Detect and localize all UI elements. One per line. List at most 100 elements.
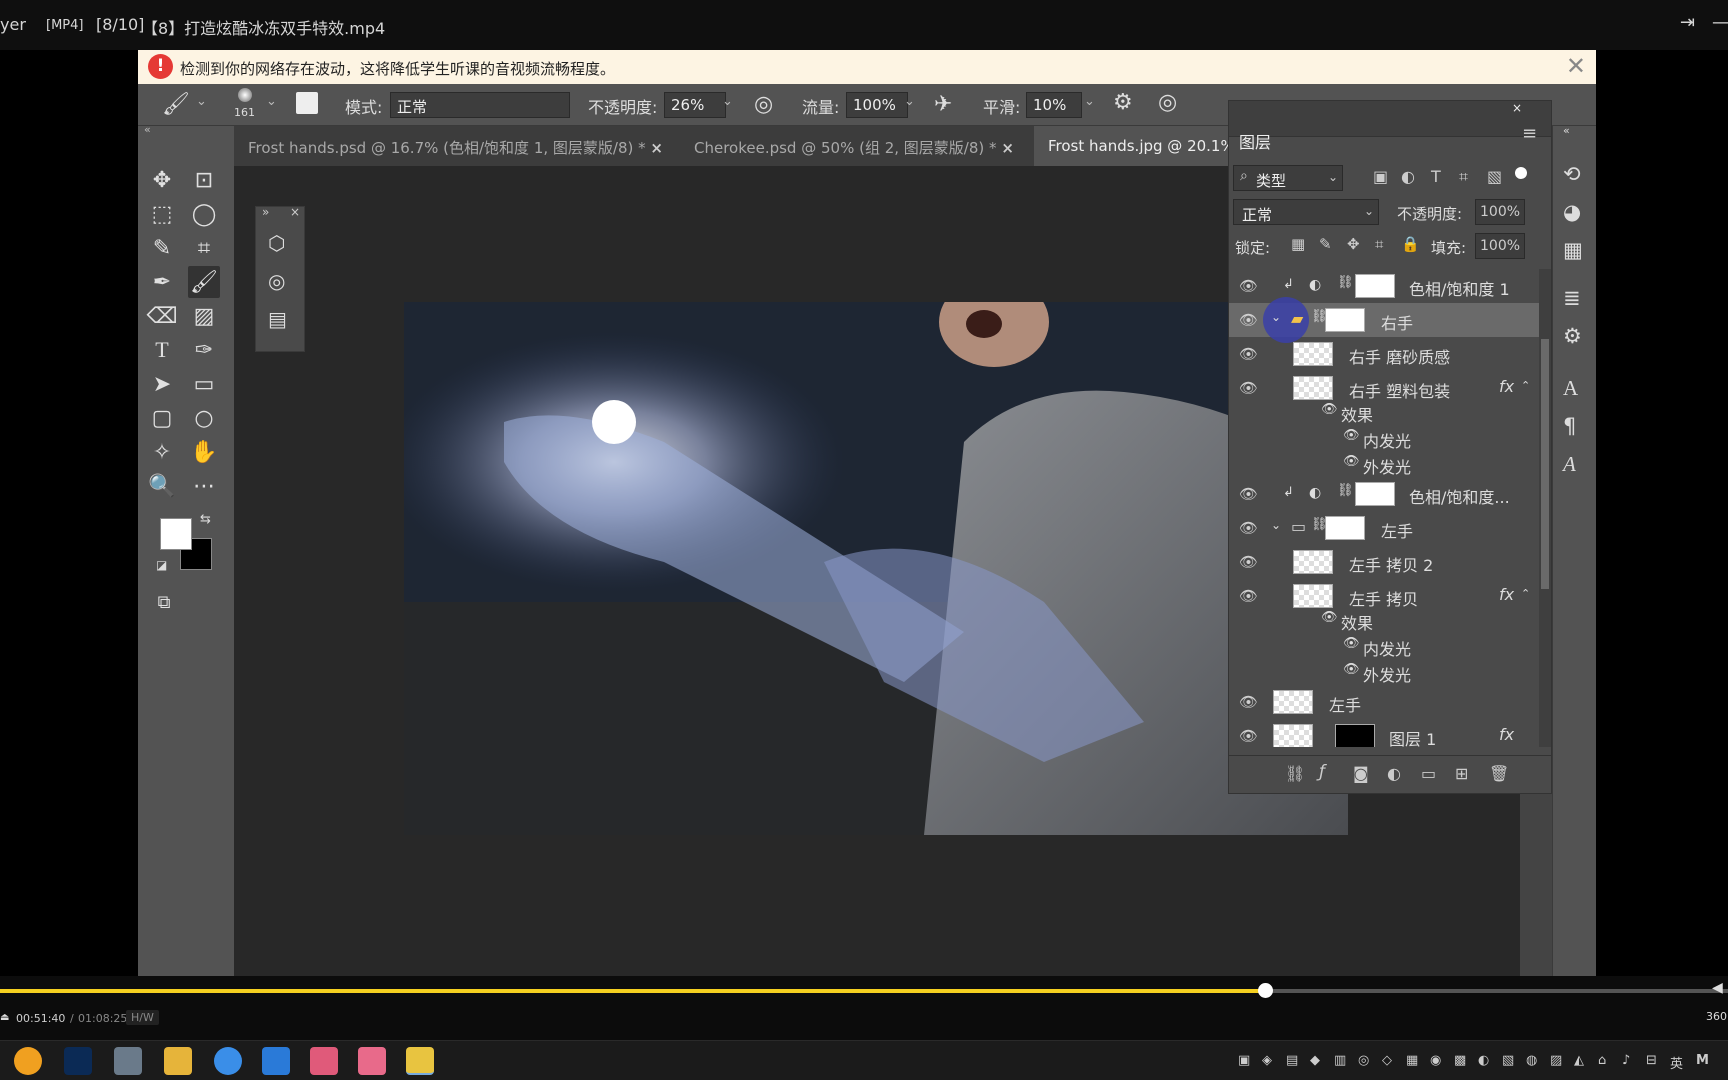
tray-icon[interactable]: ◈ [1262, 1053, 1272, 1068]
marquee-tool-icon[interactable]: ⬚ [146, 198, 178, 230]
visibility-eye-icon[interactable]: 👁 [1343, 428, 1360, 443]
progress-knob[interactable] [1257, 983, 1273, 998]
app-icon-lulu[interactable] [310, 1047, 338, 1075]
lock-pixels-icon[interactable]: ✎ [1319, 235, 1332, 253]
move-tool-icon[interactable]: ✥ [146, 164, 178, 196]
tray-icon[interactable]: ◉ [1430, 1053, 1441, 1068]
rounded-rect-icon[interactable]: ▢ [146, 402, 178, 434]
fx-badge[interactable]: fx [1499, 725, 1514, 744]
tray-icon[interactable]: ◐ [1478, 1053, 1489, 1068]
brush-settings-icon[interactable] [296, 92, 318, 114]
channels-icon[interactable]: ◎ [268, 269, 285, 293]
layer-row-selected[interactable]: 👁 ⌄ ▰ ⛓ 右手 [1229, 297, 1539, 343]
layer-thumb[interactable] [1293, 584, 1333, 608]
zoom-tool-icon[interactable]: 🔍 [146, 470, 178, 502]
hw-badge[interactable]: H/W [126, 1010, 159, 1025]
crop-tool-icon[interactable]: ⌗ [188, 232, 220, 264]
canvas-image[interactable] [404, 302, 1348, 835]
history-icon[interactable]: ⟲ [1563, 162, 1581, 186]
filter-toggle-icon[interactable] [1515, 167, 1527, 179]
visibility-eye-icon[interactable]: 👁 [1239, 379, 1258, 397]
panel-menu-icon[interactable]: ≡ [1522, 123, 1537, 144]
tray-icon[interactable]: ▥ [1334, 1053, 1346, 1068]
app-icon-folder[interactable] [164, 1047, 192, 1075]
layer-row[interactable]: 👁 左手 拷贝 2 [1229, 545, 1539, 579]
add-mask-icon[interactable]: ◙ [1353, 764, 1369, 783]
flow-input[interactable]: 100% [846, 92, 908, 118]
type-filter-icon[interactable]: T [1431, 167, 1441, 186]
network-icon[interactable]: ⊟ [1646, 1053, 1657, 1068]
layer-row[interactable]: 👁 ⌄ ▭ ⛓ 左手 [1229, 511, 1539, 545]
app-icon-browser[interactable] [214, 1047, 242, 1075]
layer-thumb[interactable] [1273, 724, 1313, 747]
app-icon-lulu2[interactable] [358, 1047, 386, 1075]
opacity-input[interactable]: 26% [664, 92, 726, 118]
new-group-icon[interactable]: ▭ [1421, 764, 1436, 783]
layer-row[interactable]: 👁 ↲ ◐ ⛓ 色相/饱和度... [1229, 477, 1539, 511]
brush-preview-icon[interactable] [238, 88, 252, 102]
group-mask-thumb[interactable] [1325, 516, 1365, 540]
layer-row[interactable]: 👁 图层 1 fx [1229, 719, 1539, 747]
adjust-icon[interactable]: ⚙ [1563, 324, 1582, 348]
volume-icon[interactable]: ◀ [1712, 980, 1723, 996]
tab-close-icon[interactable]: × [1001, 139, 1014, 157]
pixel-filter-icon[interactable]: ▣ [1373, 167, 1388, 186]
tray-icon[interactable]: ▨ [1550, 1053, 1562, 1068]
palette-icon[interactable]: ◕ [1563, 200, 1581, 224]
chevron-down-icon[interactable]: ⌄ [722, 94, 733, 109]
app-icon-computer[interactable] [114, 1047, 142, 1075]
smoothing-input[interactable]: 10% [1026, 92, 1082, 118]
expand-icon[interactable]: » [262, 205, 269, 219]
glyphs-icon[interactable]: A [1563, 452, 1576, 477]
chevron-down-icon[interactable]: ⌄ [904, 94, 915, 109]
fx-badge[interactable]: fx [1499, 585, 1514, 604]
scrollbar-thumb[interactable] [1541, 339, 1549, 589]
filter-kind-select[interactable]: ⌕ 类型 ⌄ [1233, 165, 1343, 191]
visibility-eye-icon[interactable]: 👁 [1239, 553, 1258, 571]
character-icon[interactable]: A [1563, 376, 1578, 401]
app-icon-feishu[interactable] [262, 1047, 290, 1075]
visibility-eye-icon[interactable]: 👁 [1239, 345, 1258, 363]
visibility-eye-icon[interactable]: 👁 [1343, 454, 1360, 469]
visibility-eye-icon[interactable]: 👁 [1239, 587, 1258, 605]
custom-shape-icon[interactable]: ✧ [146, 436, 178, 468]
properties-icon[interactable]: ▤ [268, 307, 287, 331]
swap-colors-icon[interactable]: ⇆ [200, 512, 211, 527]
speaker-icon[interactable]: ♪ [1622, 1053, 1630, 1068]
pressure-opacity-icon[interactable]: ◎ [754, 92, 773, 117]
trash-icon[interactable]: 🗑 [1489, 764, 1509, 783]
chevron-down-icon[interactable]: ⌄ [1271, 518, 1281, 532]
visibility-eye-icon[interactable]: 👁 [1239, 727, 1258, 745]
pressure-size-icon[interactable]: ◎ [1158, 90, 1177, 115]
brush-tool-icon[interactable]: 🖌 [162, 92, 190, 117]
layer-thumb[interactable] [1293, 550, 1333, 574]
blend-mode-select[interactable]: 正常 ⌄ [1233, 199, 1379, 225]
layer-row[interactable]: 👁 ↲ ◐ ⛓ 色相/饱和度 1 [1229, 269, 1539, 303]
app-icon-ps[interactable] [64, 1047, 92, 1075]
add-style-icon[interactable]: ƒ [1319, 762, 1325, 782]
path-select-icon[interactable]: ➤ [146, 368, 178, 400]
chevron-down-icon[interactable]: ⌄ [1271, 310, 1281, 324]
lock-position-icon[interactable]: ✥ [1347, 235, 1360, 253]
lock-all-icon[interactable]: 🔒 [1401, 235, 1420, 253]
tray-icon[interactable]: ▤ [1286, 1053, 1298, 1068]
visibility-eye-icon[interactable]: 👁 [1343, 636, 1360, 651]
effect-row[interactable]: 👁 外发光 [1229, 451, 1539, 477]
visibility-eye-icon[interactable]: 👁 [1239, 277, 1258, 295]
brush-settings-icon[interactable]: ≣ [1563, 286, 1581, 310]
layer-thumb[interactable] [1293, 342, 1333, 366]
more-tools-icon[interactable]: ⋯ [188, 470, 220, 502]
tab-close-icon[interactable]: × [650, 139, 663, 157]
effect-row[interactable]: 👁 内发光 [1229, 425, 1539, 451]
effects-row[interactable]: 👁 效果 [1229, 607, 1539, 633]
visibility-eye-icon[interactable]: 👁 [1239, 693, 1258, 711]
gear-icon[interactable]: ⚙ [1113, 90, 1133, 115]
layers-scrollbar[interactable] [1539, 269, 1551, 747]
eraser-icon[interactable]: ⌫ [146, 300, 178, 332]
visibility-eye-icon[interactable]: 👁 [1239, 485, 1258, 503]
visibility-eye-icon[interactable]: 👁 [1321, 610, 1338, 625]
eyedropper-icon[interactable]: ✒ [146, 266, 178, 298]
chevron-down-icon[interactable]: ⌄ [266, 94, 277, 109]
app-icon-active[interactable] [406, 1047, 434, 1075]
tab-frost-hands-psd[interactable]: Frost hands.psd @ 16.7% (色相/饱和度 1, 图层蒙版/… [234, 126, 677, 166]
